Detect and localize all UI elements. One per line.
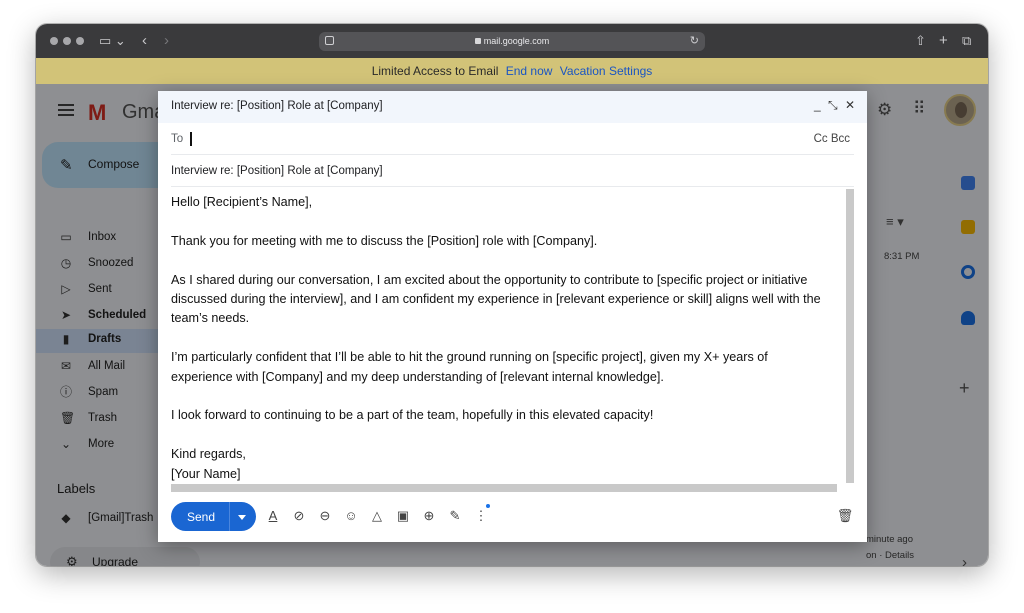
body-line: I’m particularly confident that I’ll be … bbox=[171, 350, 768, 365]
signature-line: [Your Name] bbox=[171, 466, 241, 481]
compose-header: Interview re: [Position] Role at [Compan… bbox=[158, 91, 867, 123]
reload-icon[interactable]: ↻ bbox=[690, 32, 699, 51]
vacation-settings-link[interactable]: Vacation Settings bbox=[560, 64, 653, 78]
drive-icon[interactable]: △ bbox=[368, 506, 386, 526]
forward-icon[interactable]: › bbox=[164, 32, 169, 50]
close-window-button[interactable] bbox=[50, 37, 58, 45]
text-caret bbox=[190, 132, 192, 146]
message-body[interactable]: Hello [Recipient’s Name], Thank you for … bbox=[171, 193, 841, 483]
lock-icon bbox=[474, 38, 481, 44]
close-icon[interactable]: ✕ bbox=[845, 98, 855, 112]
formatting-options-icon[interactable]: A bbox=[264, 506, 282, 526]
to-field-row[interactable]: To Cc Bcc bbox=[171, 123, 854, 155]
horizontal-scrollbar[interactable] bbox=[171, 484, 837, 492]
body-paragraph-4: I look forward to continuing to be a par… bbox=[171, 408, 654, 423]
compose-dialog: Interview re: [Position] Role at [Compan… bbox=[158, 91, 867, 542]
subject-field-row[interactable]: Interview re: [Position] Role at [Compan… bbox=[171, 155, 854, 187]
browser-titlebar: ▭ ⌄ ‹ › mail.google.com ↻ ⇧ + ⧉ bbox=[36, 24, 988, 58]
subject-field[interactable]: Interview re: [Position] Role at [Compan… bbox=[171, 165, 383, 177]
compose-title: Interview re: [Position] Role at [Compan… bbox=[171, 100, 383, 112]
banner-text: Limited Access to Email bbox=[371, 64, 499, 78]
send-divider bbox=[229, 502, 230, 531]
zoom-window-button[interactable] bbox=[76, 37, 84, 45]
end-now-link[interactable]: End now bbox=[506, 64, 553, 78]
exit-fullscreen-icon[interactable]: ⤡ bbox=[828, 98, 838, 112]
share-icon[interactable]: ⇧ bbox=[915, 32, 926, 50]
more-options-icon[interactable]: ⋮ bbox=[472, 506, 490, 526]
insert-photo-icon[interactable]: ▣ bbox=[394, 506, 412, 526]
cc-bcc-link[interactable]: Cc Bcc bbox=[814, 133, 850, 145]
body-line: team’s needs. bbox=[171, 311, 250, 326]
body-line: As I shared during our conversation, I a… bbox=[171, 272, 808, 287]
emoji-icon[interactable]: ☺ bbox=[342, 506, 360, 526]
body-line: experience with [Company] and my deep un… bbox=[171, 369, 664, 384]
body-paragraph-3: I’m particularly confident that I’ll be … bbox=[171, 348, 841, 387]
discard-draft-icon[interactable]: 🗑 bbox=[836, 506, 854, 526]
body-closing: Kind regards, [Your Name] bbox=[171, 445, 841, 484]
signature-pen-icon[interactable]: ✎ bbox=[446, 506, 464, 526]
tab-overview-icon[interactable]: ⧉ bbox=[962, 32, 971, 50]
sidebar-toggle-icon[interactable]: ▭ ⌄ bbox=[99, 32, 126, 50]
send-options-dropdown-icon[interactable] bbox=[238, 515, 246, 520]
body-greeting: Hello [Recipient’s Name], bbox=[171, 195, 313, 209]
body-paragraph-2: As I shared during our conversation, I a… bbox=[171, 271, 841, 329]
insert-link-icon[interactable]: ⊖ bbox=[316, 506, 334, 526]
attach-file-icon[interactable]: ⊘ bbox=[290, 506, 308, 526]
send-button[interactable]: Send bbox=[171, 502, 256, 531]
vertical-scrollbar[interactable] bbox=[846, 189, 854, 483]
screenshot: ▭ ⌄ ‹ › mail.google.com ↻ ⇧ + ⧉ Limited … bbox=[0, 0, 1024, 613]
address-bar[interactable]: mail.google.com ↻ bbox=[319, 32, 705, 51]
send-label: Send bbox=[187, 510, 216, 524]
minimize-icon[interactable]: _ bbox=[814, 98, 821, 112]
notification-dot bbox=[486, 504, 490, 508]
minimize-window-button[interactable] bbox=[63, 37, 71, 45]
limited-access-banner: Limited Access to Email End now Vacation… bbox=[36, 58, 988, 84]
url-text: mail.google.com bbox=[483, 36, 550, 46]
to-label: To bbox=[171, 133, 184, 145]
confidential-mode-icon[interactable]: ⊕ bbox=[420, 506, 438, 526]
closing-line: Kind regards, bbox=[171, 447, 246, 462]
back-icon[interactable]: ‹ bbox=[142, 32, 147, 50]
body-line: discussed during the interview], and I a… bbox=[171, 292, 821, 306]
body-paragraph-1: Thank you for meeting with me to discuss… bbox=[171, 233, 598, 248]
new-tab-icon[interactable]: + bbox=[939, 32, 948, 50]
